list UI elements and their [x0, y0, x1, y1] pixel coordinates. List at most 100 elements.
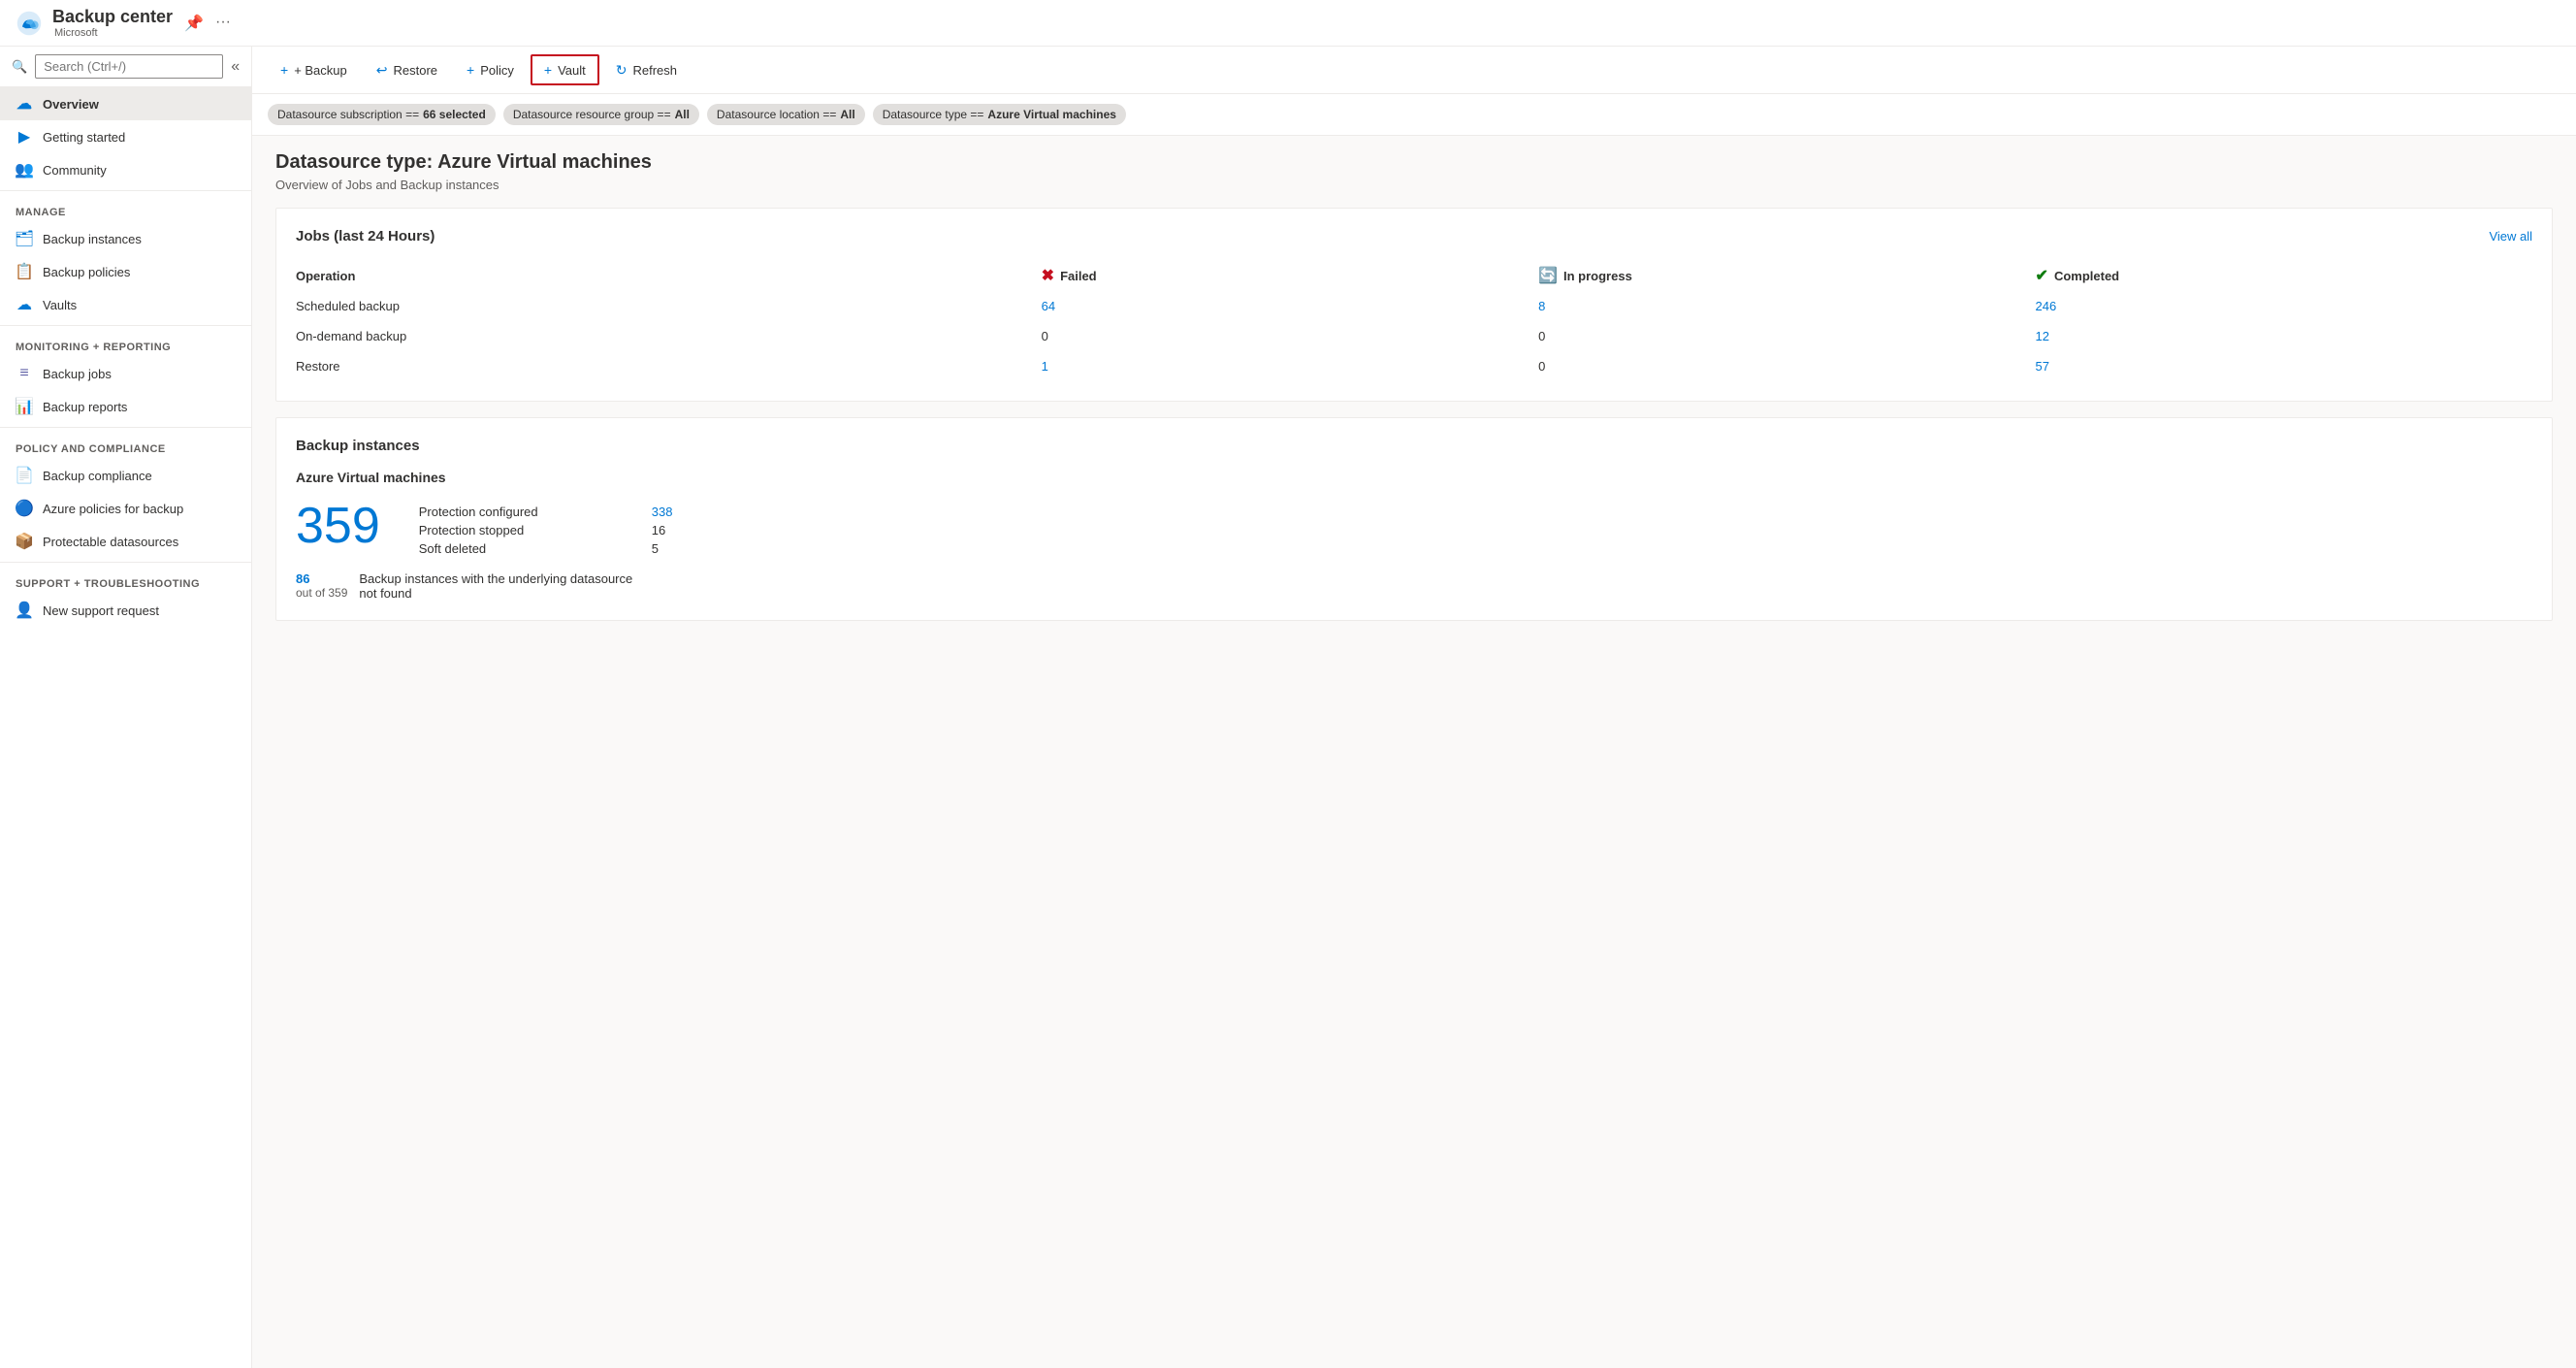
search-icon: 🔍 [12, 59, 27, 75]
backup-reports-icon: 📊 [16, 398, 33, 415]
top-icons[interactable]: 📌 ··· [184, 14, 231, 33]
scheduled-backup-completed-value[interactable]: 246 [2036, 299, 2057, 313]
backup-instances-card-header: Backup instances [296, 438, 2532, 454]
search-input[interactable] [35, 54, 223, 79]
jobs-table: Operation ✖ Failed 🔄 In progres [296, 260, 2532, 381]
restore-button[interactable]: ↩ Restore [364, 55, 450, 85]
jobs-card-header: Jobs (last 24 Hours) View all [296, 228, 2532, 244]
overview-icon: ☁ [16, 95, 33, 113]
vault-button[interactable]: + Vault [531, 54, 599, 85]
more-options-icon[interactable]: ··· [215, 14, 231, 33]
filter-type-label: Datasource type == [883, 108, 984, 121]
sidebar-label-azure-policies: Azure policies for backup [43, 502, 183, 516]
failed-status-icon: ✖ [1042, 266, 1054, 285]
azure-policies-icon: 🔵 [16, 500, 33, 517]
completed-status-icon: ✔ [2036, 266, 2048, 285]
filter-type[interactable]: Datasource type == Azure Virtual machine… [873, 104, 1126, 125]
on-demand-backup-label: On-demand backup [296, 321, 1042, 351]
sidebar-item-backup-policies[interactable]: 📋 Backup policies [0, 255, 251, 288]
sidebar-item-backup-instances[interactable]: 🗂 Backup instances [0, 222, 251, 255]
refresh-label: Refresh [633, 63, 678, 78]
collapse-sidebar-button[interactable]: « [231, 58, 240, 76]
backup-button[interactable]: + + Backup [268, 55, 360, 84]
scheduled-backup-failed-value[interactable]: 64 [1042, 299, 1055, 313]
toolbar: + + Backup ↩ Restore + Policy + Vault ↻ … [252, 47, 2576, 94]
on-demand-backup-completed-value[interactable]: 12 [2036, 329, 2049, 343]
sidebar-label-vaults: Vaults [43, 298, 77, 312]
restore-label: Restore [394, 63, 438, 78]
sidebar-label-new-support: New support request [43, 603, 159, 618]
jobs-col-failed-label: Failed [1060, 269, 1097, 283]
view-all-jobs-link[interactable]: View all [2489, 229, 2532, 244]
sidebar-item-azure-policies[interactable]: 🔵 Azure policies for backup [0, 492, 251, 525]
sidebar-item-protectable-datasources[interactable]: 📦 Protectable datasources [0, 525, 251, 558]
filter-subscription[interactable]: Datasource subscription == 66 selected [268, 104, 496, 125]
backup-instances-icon: 🗂 [16, 230, 33, 247]
sidebar-item-community[interactable]: 👥 Community [0, 153, 251, 186]
instances-layout: 359 Protection configured 338 Protection… [296, 501, 2532, 556]
community-icon: 👥 [16, 161, 33, 179]
on-demand-backup-failed-value: 0 [1042, 329, 1048, 343]
on-demand-backup-in-progress-value: 0 [1538, 329, 1545, 343]
filter-subscription-label: Datasource subscription == [277, 108, 419, 121]
content-area: + + Backup ↩ Restore + Policy + Vault ↻ … [252, 47, 2576, 1368]
protection-stopped-label: Protection stopped [419, 523, 613, 537]
instances-total-number[interactable]: 359 [296, 501, 380, 551]
main-layout: 🔍 « ☁ Overview ▶ Getting started 👥 Commu… [0, 47, 2576, 1368]
sidebar-item-backup-reports[interactable]: 📊 Backup reports [0, 390, 251, 423]
soft-deleted-row: Soft deleted 5 [419, 541, 673, 556]
sidebar-label-community: Community [43, 163, 107, 178]
sidebar-item-backup-compliance[interactable]: 📄 Backup compliance [0, 459, 251, 492]
page-title: Datasource type: Azure Virtual machines [275, 151, 2553, 174]
sidebar-label-overview: Overview [43, 97, 99, 112]
jobs-card-title: Jobs (last 24 Hours) [296, 228, 435, 244]
backup-label: + Backup [294, 63, 347, 78]
policy-section-label: Policy and compliance [0, 432, 251, 459]
policy-button[interactable]: + Policy [454, 55, 527, 84]
vaults-icon: ☁ [16, 296, 33, 313]
restore-label: Restore [296, 351, 1042, 381]
filter-resource-group[interactable]: Datasource resource group == All [503, 104, 699, 125]
restore-failed-value[interactable]: 1 [1042, 359, 1048, 374]
sidebar-item-new-support[interactable]: 👤 New support request [0, 594, 251, 627]
not-found-out-of: out of 359 [296, 586, 347, 600]
not-found-desc: Backup instances with the underlying dat… [359, 571, 650, 601]
table-row: Restore 1 0 57 [296, 351, 2532, 381]
filter-resource-group-label: Datasource resource group == [513, 108, 671, 121]
protectable-datasources-icon: 📦 [16, 533, 33, 550]
jobs-col-failed: ✖ Failed [1042, 260, 1538, 291]
pin-icon[interactable]: 📌 [184, 14, 204, 33]
protection-stopped-row: Protection stopped 16 [419, 523, 673, 537]
sidebar-label-backup-instances: Backup instances [43, 232, 142, 246]
sidebar-label-protectable-datasources: Protectable datasources [43, 535, 178, 549]
not-found-number[interactable]: 86 [296, 571, 347, 586]
sidebar-item-backup-jobs[interactable]: ≡ Backup jobs [0, 357, 251, 390]
vault-label: Vault [558, 63, 586, 78]
sidebar-label-backup-compliance: Backup compliance [43, 469, 152, 483]
backup-instances-subtitle: Azure Virtual machines [296, 470, 2532, 485]
not-found-number-group: 86 out of 359 [296, 571, 347, 600]
sidebar-item-overview[interactable]: ☁ Overview [0, 87, 251, 120]
backup-plus-icon: + [280, 62, 288, 78]
app-subtitle: Microsoft [54, 27, 173, 39]
restore-in-progress-value: 0 [1538, 359, 1545, 374]
soft-deleted-label: Soft deleted [419, 541, 613, 556]
sidebar-item-getting-started[interactable]: ▶ Getting started [0, 120, 251, 153]
sidebar-item-vaults[interactable]: ☁ Vaults [0, 288, 251, 321]
support-section-label: Support + troubleshooting [0, 567, 251, 594]
restore-completed-value[interactable]: 57 [2036, 359, 2049, 374]
backup-policies-icon: 📋 [16, 263, 33, 280]
sidebar-label-backup-jobs: Backup jobs [43, 367, 112, 381]
filters-bar: Datasource subscription == 66 selected D… [252, 94, 2576, 136]
sidebar-label-backup-reports: Backup reports [43, 400, 127, 414]
scheduled-backup-in-progress-value[interactable]: 8 [1538, 299, 1545, 313]
refresh-button[interactable]: ↻ Refresh [603, 55, 690, 85]
backup-compliance-icon: 📄 [16, 467, 33, 484]
new-support-icon: 👤 [16, 602, 33, 619]
protection-configured-value[interactable]: 338 [652, 505, 673, 519]
filter-location[interactable]: Datasource location == All [707, 104, 865, 125]
backup-jobs-icon: ≡ [16, 365, 33, 382]
jobs-col-operation: Operation [296, 260, 1042, 291]
manage-section-label: Manage [0, 195, 251, 222]
top-bar: Backup center Microsoft 📌 ··· [0, 0, 2576, 47]
